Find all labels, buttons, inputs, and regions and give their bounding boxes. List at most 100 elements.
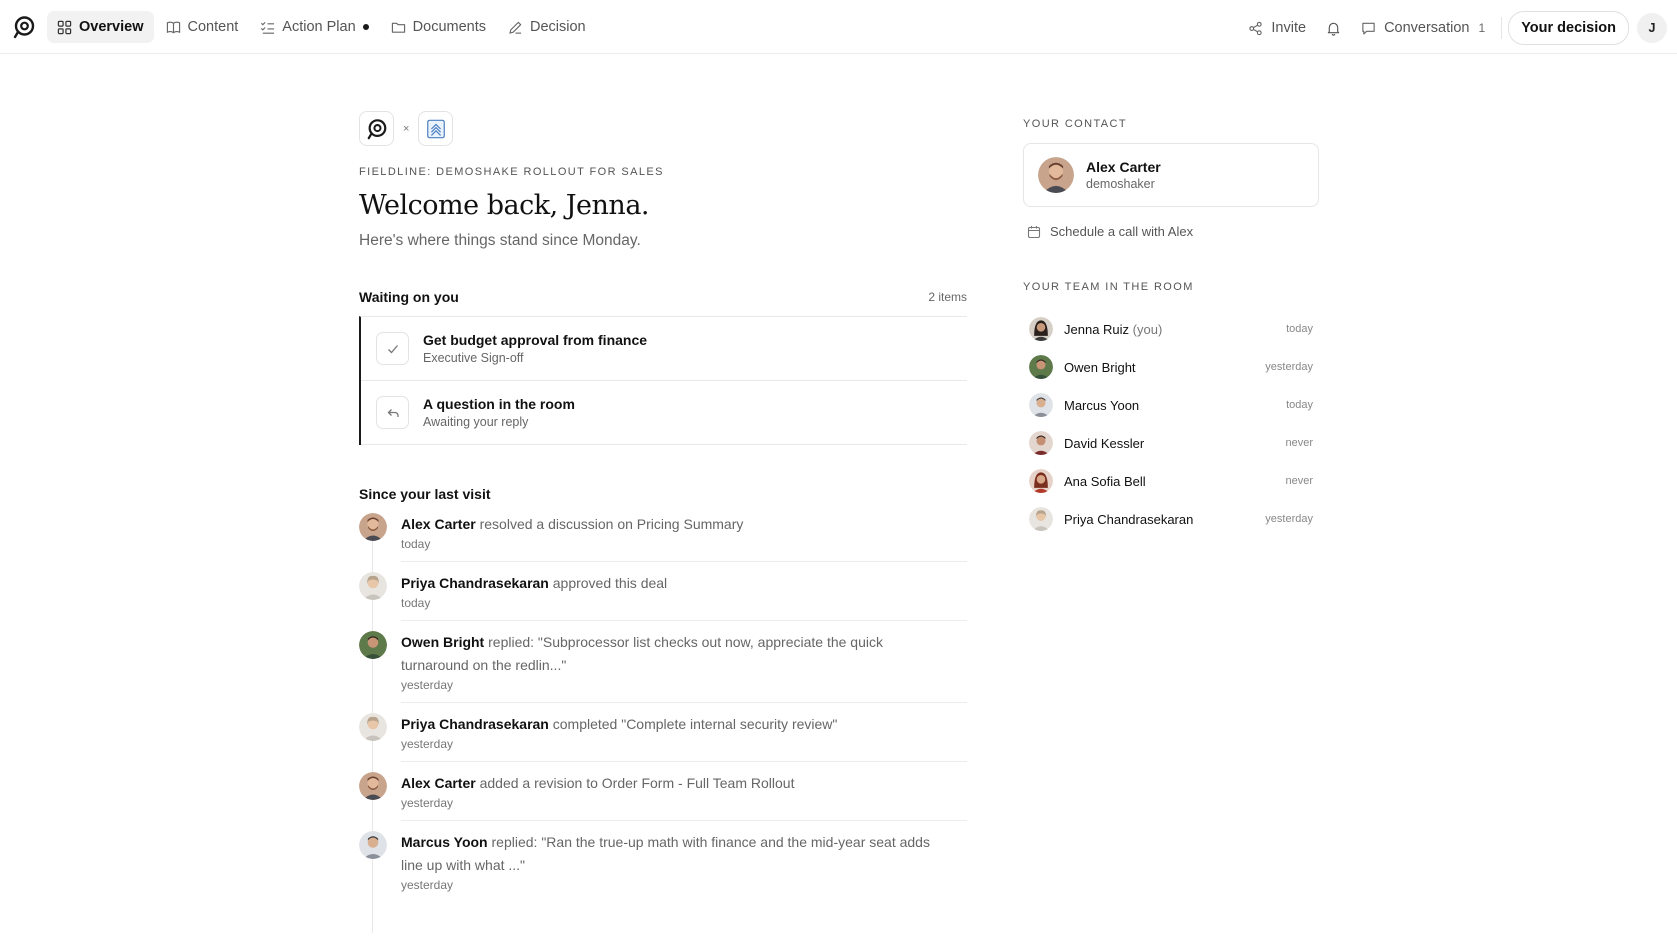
feed-item: Priya Chandrasekaran completed "Complete… — [359, 713, 967, 762]
bell-icon — [1327, 22, 1340, 36]
tab-decision[interactable]: Decision — [498, 11, 596, 43]
tab-decision-label: Decision — [530, 19, 586, 35]
pen-icon — [509, 21, 522, 34]
waiting-item-budget[interactable]: Get budget approval from finance Executi… — [361, 317, 967, 381]
team-member-name: Owen Bright — [1064, 359, 1136, 375]
app-logo-icon — [367, 118, 386, 139]
tab-content-label: Content — [187, 19, 239, 35]
feed-time: yesterday — [401, 737, 454, 751]
main-nav: Overview Content Action Plan Documents D… — [47, 11, 598, 43]
avatar — [359, 713, 387, 741]
contact-card[interactable]: Alex Carter demoshaker — [1023, 143, 1319, 207]
avatar — [1029, 317, 1053, 341]
team-member-name: Marcus Yoon — [1064, 397, 1140, 413]
waiting-section-header: Waiting on you 2 items — [359, 287, 967, 307]
tab-documents[interactable]: Documents — [381, 11, 496, 43]
invite-button[interactable]: Invite — [1238, 12, 1316, 44]
team-member[interactable]: Marcus Yoon today — [1023, 386, 1319, 424]
feed-author[interactable]: Priya Chandrasekaran — [401, 716, 549, 732]
team-member-name: Priya Chandrasekaran — [1064, 511, 1194, 527]
buyer-logo — [418, 111, 454, 146]
feed-item: Owen Bright replied: "Subprocessor list … — [359, 631, 967, 703]
chat-icon — [1362, 22, 1375, 34]
feed-item: Priya Chandrasekaran approved this deal … — [359, 572, 967, 621]
feed-author[interactable]: Alex Carter — [401, 516, 476, 532]
tab-content[interactable]: Content — [156, 11, 249, 43]
waiting-item-title: Get budget approval from finance — [423, 332, 648, 348]
feed-action: completed "Complete internal security re… — [548, 716, 838, 732]
team-member[interactable]: Jenna Ruiz (you) today — [1023, 310, 1319, 348]
check-icon — [376, 332, 409, 365]
contact-org: demoshaker — [1086, 177, 1155, 191]
waiting-item-subtitle: Executive Sign-off — [423, 351, 524, 365]
notifications-button[interactable] — [1316, 12, 1351, 44]
conversation-count: 1 — [1478, 21, 1486, 35]
page-subtitle: Here's where things stand since Monday. — [359, 232, 641, 249]
top-right-tools: Invite Conversation 1 Your decision J — [1238, 11, 1667, 45]
contact-eyebrow: YOUR CONTACT — [1023, 118, 1127, 130]
since-section-header: Since your last visit — [359, 486, 967, 502]
avatar — [359, 831, 387, 859]
deal-eyebrow: FIELDLINE: DEMOSHAKE ROLLOUT FOR SALES — [359, 166, 664, 178]
team-member[interactable]: Priya Chandrasekaran yesterday — [1023, 500, 1319, 538]
user-avatar[interactable]: J — [1637, 13, 1667, 43]
you-tag: (you) — [1129, 321, 1163, 337]
tab-action-plan[interactable]: Action Plan — [250, 11, 378, 43]
avatar — [359, 572, 387, 600]
seller-logo — [359, 111, 394, 146]
avatar — [1029, 507, 1053, 531]
side-panel: YOUR CONTACT Alex Carter demoshaker Sche… — [1023, 118, 1319, 538]
brand-row: × — [359, 111, 967, 146]
tab-overview-label: Overview — [79, 19, 144, 35]
waiting-item-question[interactable]: A question in the room Awaiting your rep… — [361, 381, 967, 445]
feed-author[interactable]: Priya Chandrasekaran — [401, 575, 549, 591]
avatar — [1029, 469, 1053, 493]
feed-action: approved this deal — [548, 575, 668, 591]
tab-documents-label: Documents — [412, 19, 486, 35]
activity-feed: Alex Carter resolved a discussion on Pri… — [359, 513, 967, 933]
avatar — [1038, 157, 1074, 193]
contact-name: Alex Carter — [1086, 159, 1161, 175]
avatar — [1029, 431, 1053, 455]
feed-author[interactable]: Marcus Yoon — [401, 834, 488, 850]
top-bar: Overview Content Action Plan Documents D… — [0, 0, 1677, 54]
team-member-name: Jenna Ruiz — [1064, 321, 1130, 337]
last-seen: never — [1285, 475, 1313, 487]
your-decision-button[interactable]: Your decision — [1508, 11, 1629, 45]
feed-action: added a revision to Order Form - Full Te… — [475, 775, 795, 791]
conversation-button[interactable]: Conversation 1 — [1351, 12, 1495, 44]
feed-time: yesterday — [401, 678, 454, 692]
book-icon — [166, 21, 180, 33]
team-member-name: Ana Sofia Bell — [1064, 473, 1146, 489]
feed-time: yesterday — [401, 796, 454, 810]
avatar — [359, 631, 387, 659]
feed-author[interactable]: Owen Bright — [401, 634, 484, 650]
toolbar-divider — [1501, 17, 1503, 39]
team-member[interactable]: David Kessler never — [1023, 424, 1319, 462]
brand-separator: × — [403, 122, 410, 135]
team-member[interactable]: Ana Sofia Bell never — [1023, 462, 1319, 500]
calendar-icon — [1027, 225, 1041, 238]
team-member-name: David Kessler — [1064, 435, 1145, 451]
team-member[interactable]: Owen Bright yesterday — [1023, 348, 1319, 386]
grid-icon — [57, 20, 72, 34]
waiting-item-title: A question in the room — [423, 396, 575, 412]
conversation-label: Conversation — [1384, 20, 1470, 36]
tab-action-plan-label: Action Plan — [282, 19, 356, 35]
avatar — [359, 513, 387, 541]
buyer-logo-icon — [427, 119, 445, 138]
page-title: Welcome back, Jenna. — [359, 190, 650, 221]
checklist-icon — [261, 21, 275, 34]
last-seen: yesterday — [1265, 513, 1313, 525]
schedule-call-link[interactable]: Schedule a call with Alex — [1023, 224, 1319, 239]
share-icon — [1249, 21, 1263, 35]
waiting-list: Get budget approval from finance Executi… — [359, 316, 967, 445]
feed-time: today — [401, 537, 431, 551]
team-list: Jenna Ruiz (you) today Owen Bright yeste… — [1023, 310, 1319, 538]
feed-time: today — [401, 596, 431, 610]
app-logo-icon[interactable] — [12, 15, 36, 39]
unread-dot — [362, 24, 369, 30]
tab-overview[interactable]: Overview — [47, 11, 154, 43]
feed-author[interactable]: Alex Carter — [401, 775, 476, 791]
folder-icon — [391, 22, 405, 33]
